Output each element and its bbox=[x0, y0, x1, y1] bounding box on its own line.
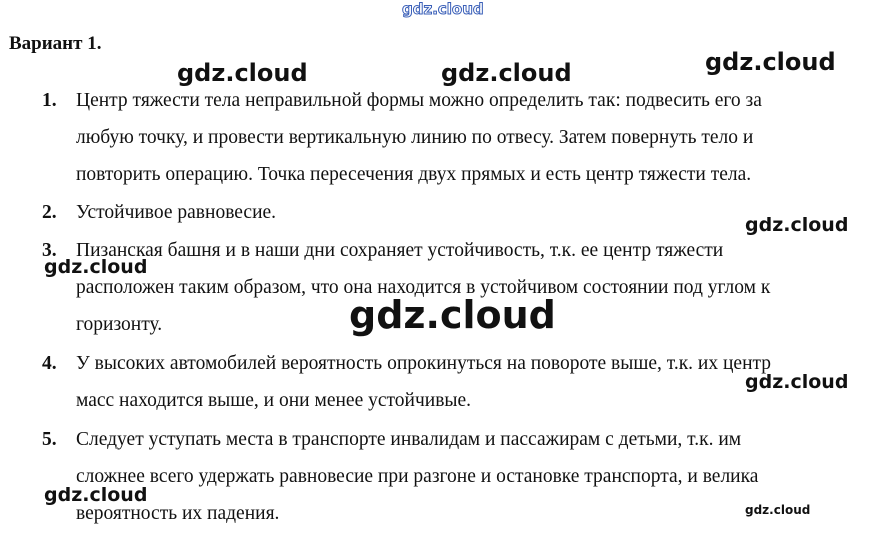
watermark: gdz.cloud bbox=[441, 59, 572, 87]
item-number: 1. bbox=[42, 90, 57, 111]
variant-heading: Вариант 1. bbox=[9, 33, 102, 54]
item-text: Центр тяжести тела неправильной формы мо… bbox=[76, 90, 762, 185]
watermark: gdz.cloud bbox=[177, 59, 308, 87]
watermark: gdz.cloud bbox=[44, 484, 148, 506]
watermark: gdz.cloud bbox=[745, 214, 849, 236]
item-number: 4. bbox=[42, 353, 57, 374]
watermark: gdz.cloud bbox=[44, 256, 148, 278]
watermark: gdz.cloud bbox=[745, 503, 811, 517]
item-number: 5. bbox=[42, 429, 57, 450]
watermark: gdz.cloud bbox=[705, 48, 836, 76]
watermark: gdz.cloud bbox=[402, 0, 485, 18]
watermark: gdz.cloud bbox=[745, 371, 849, 393]
document-page: Вариант 1. 1. Центр тяжести тела неправи… bbox=[0, 0, 881, 543]
watermark: gdz.cloud bbox=[349, 293, 556, 337]
item-number: 2. bbox=[42, 202, 57, 223]
